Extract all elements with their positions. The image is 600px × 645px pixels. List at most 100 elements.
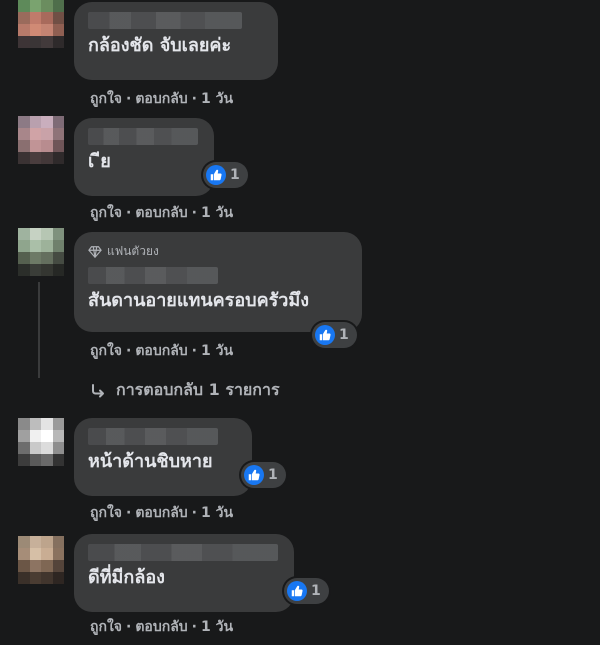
- thumbs-up-icon: [206, 165, 226, 185]
- avatar-pixel: [18, 418, 30, 430]
- comment-text: กล้องชัด จับเลยค่ะ: [88, 35, 232, 56]
- avatar-pixel: [29, 116, 41, 128]
- avatar-pixel: [29, 240, 41, 252]
- avatar-pixel: [52, 560, 64, 572]
- avatar[interactable]: [18, 0, 64, 48]
- author-name-blurred[interactable]: [88, 267, 218, 284]
- comment-feed: กล้องชัด จับเลยค่ะ ถูกใจ · ตอบกลับ · 1 วัน เ…: [0, 0, 600, 645]
- avatar-pixel: [52, 228, 64, 240]
- avatar-pixel: [29, 418, 41, 430]
- thumbs-up-icon: [244, 465, 264, 485]
- avatar-pixel: [29, 572, 41, 584]
- avatar-pixel: [18, 12, 30, 24]
- avatar-pixel: [29, 252, 41, 264]
- timestamp[interactable]: 1 วัน: [201, 619, 233, 635]
- comment-actions: ถูกใจ · ตอบกลับ · 1 วัน: [90, 619, 234, 635]
- avatar-pixel: [41, 240, 53, 252]
- avatar-pixel: [18, 252, 30, 264]
- author-name-blurred[interactable]: [88, 128, 198, 145]
- avatar-pixel: [52, 454, 64, 466]
- comment-text: สันดานอายแทนครอบครัวมึง: [88, 290, 310, 311]
- like-link[interactable]: ถูกใจ: [90, 91, 122, 107]
- avatar-pixel: [29, 454, 41, 466]
- top-fan-badge: แฟนตัวยง: [88, 242, 348, 261]
- avatar-pixel: [41, 128, 53, 140]
- reaction-summary[interactable]: 1: [203, 162, 248, 188]
- comment-bubble: หน้าด้านชิบหาย: [74, 418, 252, 496]
- avatar-pixel: [29, 140, 41, 152]
- avatar-pixel: [41, 442, 53, 454]
- avatar[interactable]: [18, 228, 64, 276]
- avatar-pixel: [52, 252, 64, 264]
- author-name-blurred[interactable]: [88, 428, 218, 445]
- avatar-pixel: [29, 36, 41, 48]
- thumbs-up-icon: [287, 581, 307, 601]
- avatar-pixel: [29, 12, 41, 24]
- avatar-pixel: [52, 430, 64, 442]
- reply-arrow-icon: [92, 383, 104, 397]
- comment-bubble: เ ีย: [74, 118, 214, 196]
- avatar-pixel: [52, 36, 64, 48]
- timestamp[interactable]: 1 วัน: [201, 505, 233, 521]
- timestamp[interactable]: 1 วัน: [201, 91, 233, 107]
- avatar-pixel: [18, 36, 30, 48]
- comment-actions: ถูกใจ · ตอบกลับ · 1 วัน: [90, 91, 234, 107]
- avatar-pixel: [41, 140, 53, 152]
- avatar[interactable]: [18, 418, 64, 466]
- view-replies-link[interactable]: การตอบกลับ 1 รายการ: [90, 378, 280, 403]
- avatar-pixel: [18, 536, 30, 548]
- like-link[interactable]: ถูกใจ: [90, 619, 122, 635]
- comment-text: เ ีย: [88, 151, 111, 172]
- avatar-pixel: [41, 228, 53, 240]
- avatar-pixel: [29, 548, 41, 560]
- like-link[interactable]: ถูกใจ: [90, 343, 122, 359]
- avatar-pixel: [52, 24, 64, 36]
- thumbs-up-icon: [315, 325, 335, 345]
- avatar-pixel: [18, 560, 30, 572]
- avatar-pixel: [52, 442, 64, 454]
- avatar-pixel: [18, 442, 30, 454]
- avatar-pixel: [52, 128, 64, 140]
- avatar-pixel: [29, 264, 41, 276]
- reply-link[interactable]: ตอบกลับ: [135, 343, 187, 359]
- avatar-pixel: [18, 0, 30, 12]
- diamond-icon: [88, 245, 102, 258]
- reaction-summary[interactable]: 1: [241, 462, 286, 488]
- comment-bubble: ดีที่มีกล้อง: [74, 534, 294, 612]
- avatar[interactable]: [18, 536, 64, 584]
- avatar-pixel: [41, 152, 53, 164]
- avatar-pixel: [18, 116, 30, 128]
- avatar-pixel: [52, 264, 64, 276]
- avatar-pixel: [52, 12, 64, 24]
- comment-actions: ถูกใจ · ตอบกลับ · 1 วัน: [90, 343, 234, 359]
- avatar-pixel: [41, 24, 53, 36]
- avatar-pixel: [52, 572, 64, 584]
- avatar-pixel: [52, 116, 64, 128]
- like-link[interactable]: ถูกใจ: [90, 505, 122, 521]
- timestamp[interactable]: 1 วัน: [201, 205, 233, 221]
- avatar-pixel: [18, 228, 30, 240]
- reaction-summary[interactable]: 1: [312, 322, 357, 348]
- avatar-pixel: [18, 140, 30, 152]
- avatar-pixel: [18, 572, 30, 584]
- timestamp[interactable]: 1 วัน: [201, 343, 233, 359]
- reply-link[interactable]: ตอบกลับ: [135, 619, 187, 635]
- avatar-pixel: [29, 430, 41, 442]
- reaction-count: 1: [311, 583, 321, 599]
- avatar-pixel: [41, 252, 53, 264]
- avatar-pixel: [29, 24, 41, 36]
- reply-link[interactable]: ตอบกลับ: [135, 205, 187, 221]
- like-link[interactable]: ถูกใจ: [90, 205, 122, 221]
- reaction-summary[interactable]: 1: [284, 578, 329, 604]
- reply-link[interactable]: ตอบกลับ: [135, 505, 187, 521]
- reply-link[interactable]: ตอบกลับ: [135, 91, 187, 107]
- avatar-pixel: [29, 536, 41, 548]
- reaction-count: 1: [230, 167, 240, 183]
- comment-actions: ถูกใจ · ตอบกลับ · 1 วัน: [90, 205, 234, 221]
- badge-label: แฟนตัวยง: [107, 244, 159, 258]
- replies-count-label[interactable]: การตอบกลับ 1 รายการ: [116, 378, 280, 403]
- author-name-blurred[interactable]: [88, 544, 278, 561]
- comment-bubble: แฟนตัวยง สันดานอายแทนครอบครัวมึง: [74, 232, 362, 332]
- avatar[interactable]: [18, 116, 64, 164]
- author-name-blurred[interactable]: [88, 12, 242, 29]
